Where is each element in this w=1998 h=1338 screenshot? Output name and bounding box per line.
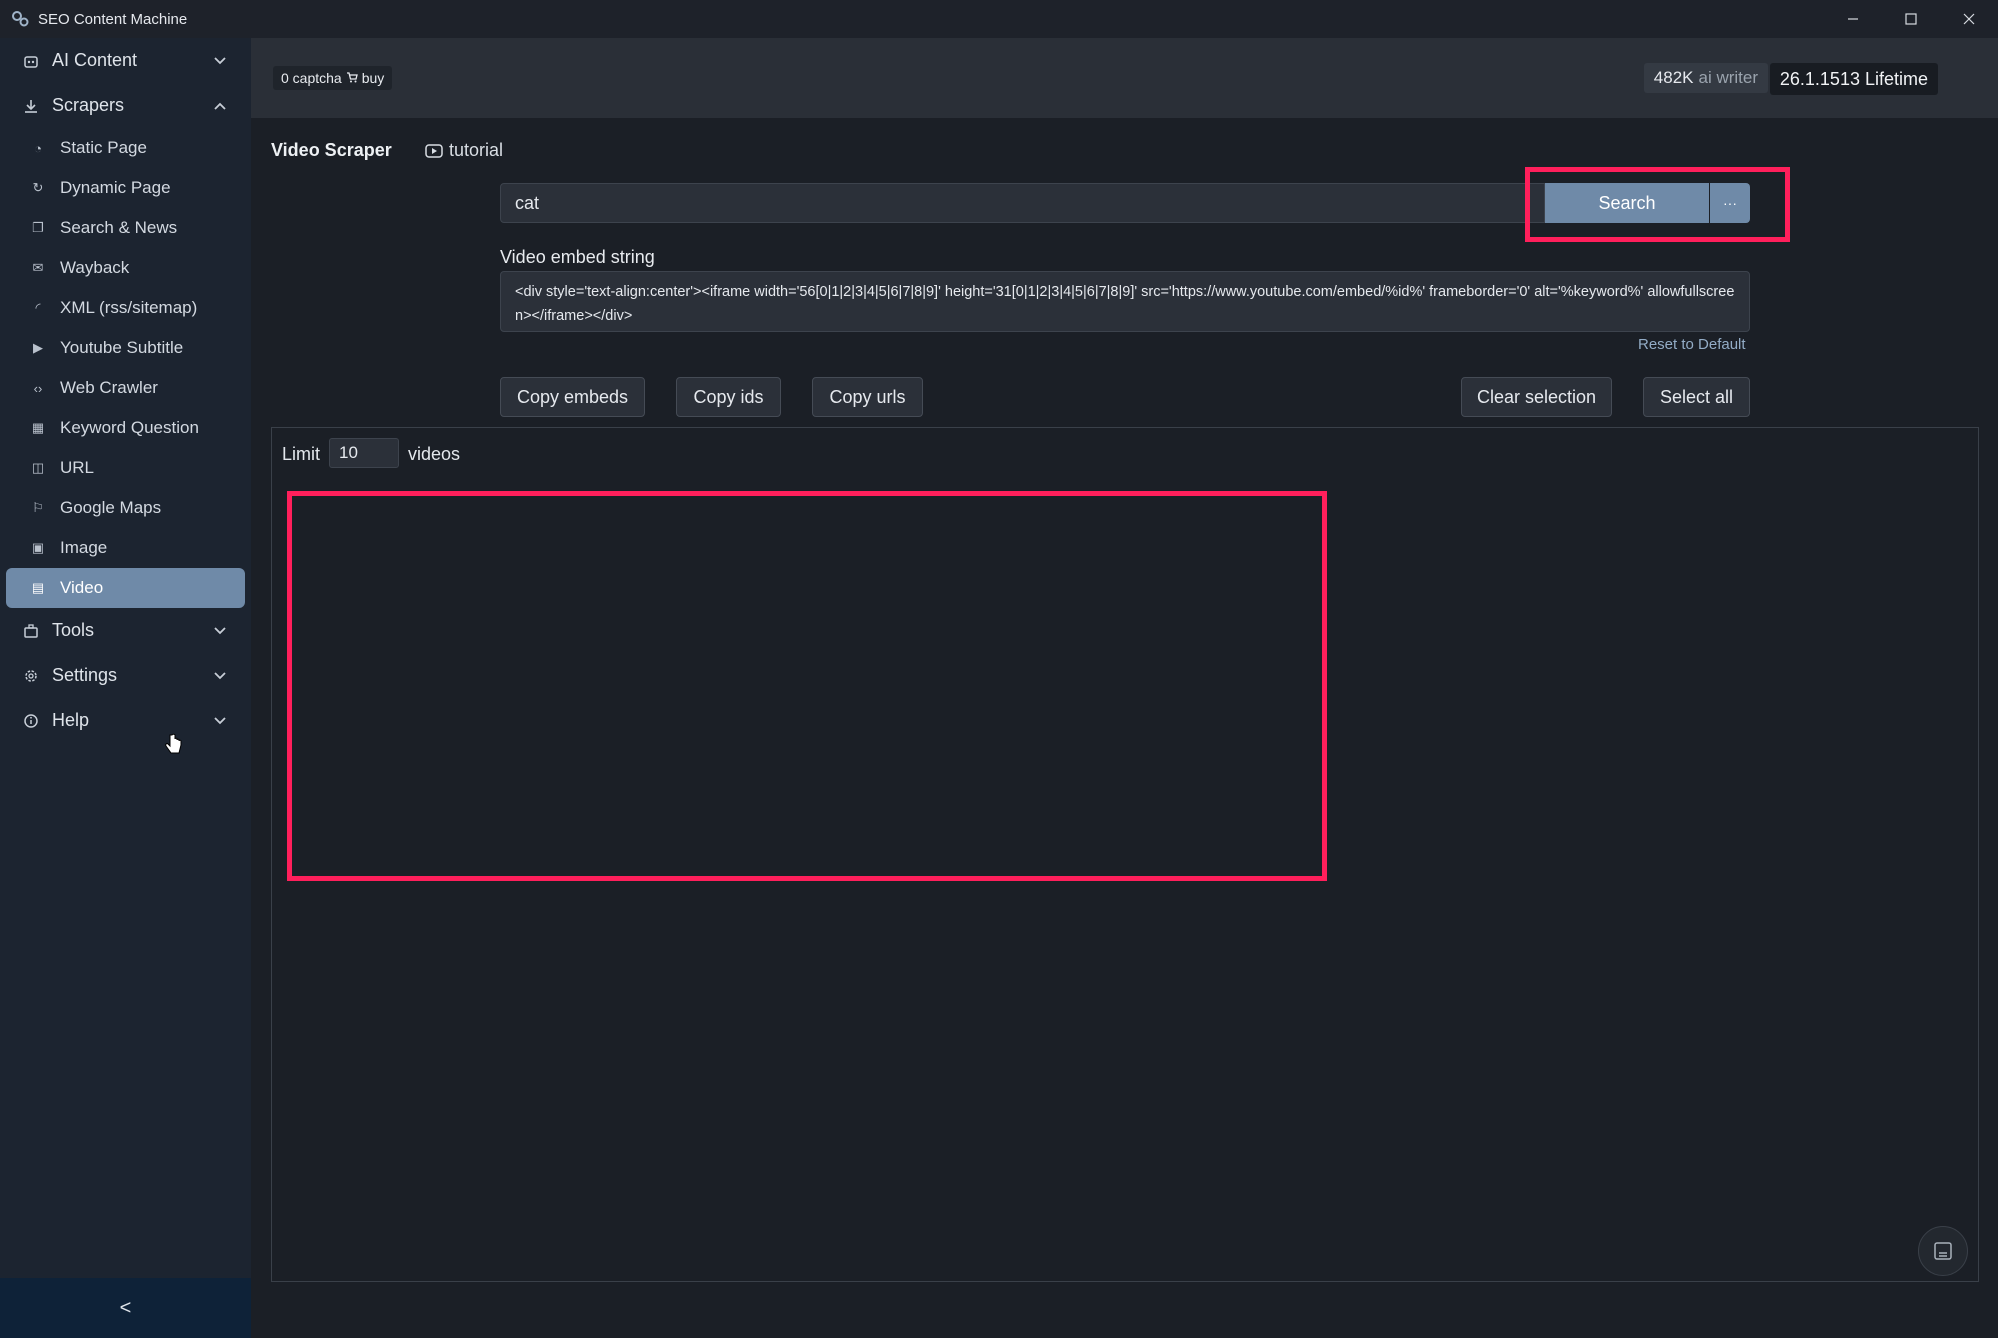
- sidebar-item-search-news[interactable]: ❐ Search & News: [6, 208, 245, 248]
- sidebar-item-label: Keyword Question: [60, 418, 199, 437]
- robot-icon: [22, 52, 40, 70]
- code-icon: ‹›: [33, 380, 43, 396]
- copy-embeds-button[interactable]: Copy embeds: [500, 377, 645, 417]
- embed-string-textarea[interactable]: <div style='text-align:center'><iframe w…: [500, 271, 1750, 332]
- gear-icon: [22, 667, 40, 685]
- highlight-box-results: [287, 491, 1327, 881]
- sidebar-section-label: Tools: [52, 620, 95, 640]
- sidebar-item-web-crawler[interactable]: ‹› Web Crawler: [6, 368, 245, 408]
- sidebar-section-scrapers[interactable]: Scrapers: [0, 83, 251, 128]
- sidebar-item-label: Search & News: [60, 218, 178, 237]
- sidebar-item-image[interactable]: ▣ Image: [6, 528, 245, 568]
- sidebar-section-tools[interactable]: Tools: [0, 608, 251, 653]
- copy-ids-button[interactable]: Copy ids: [676, 377, 781, 417]
- play-icon: ▶: [33, 340, 43, 355]
- sidebar-item-label: XML (rss/sitemap): [60, 298, 198, 317]
- ai-writer-count: 482K: [1653, 68, 1694, 87]
- download-icon: [22, 97, 40, 115]
- sidebar-item-url[interactable]: ◫ URL: [6, 448, 245, 488]
- sidebar-item-label: Dynamic Page: [60, 178, 171, 197]
- terminal-icon: [1934, 1242, 1952, 1260]
- version-badge: 26.1.1513 Lifetime: [1769, 63, 1938, 95]
- window-title: SEO Content Machine: [38, 10, 188, 28]
- sidebar-section-label: Scrapers: [52, 95, 125, 115]
- search-input[interactable]: [500, 183, 1545, 223]
- videos-label: videos: [408, 444, 461, 464]
- tutorial-label: tutorial: [449, 140, 504, 160]
- minimize-icon: [1848, 18, 1858, 20]
- sidebar-item-label: Youtube Subtitle: [60, 338, 184, 357]
- minimize-button[interactable]: [1824, 0, 1882, 38]
- sidebar-item-youtube-subtitle[interactable]: ▶ Youtube Subtitle: [6, 328, 245, 368]
- sidebar-item-keyword-question[interactable]: ▦ Keyword Question: [6, 408, 245, 448]
- copy-icon: ❐: [32, 220, 44, 235]
- close-button[interactable]: [1940, 0, 1998, 38]
- sidebar-section-label: AI Content: [52, 50, 138, 70]
- buy-link[interactable]: buy: [362, 70, 385, 86]
- sidebar-item-video[interactable]: ▤ Video: [6, 568, 245, 608]
- chevron-down-icon: [214, 671, 226, 679]
- cart-icon: [346, 70, 358, 86]
- select-all-button[interactable]: Select all: [1643, 377, 1750, 417]
- sidebar-section-help[interactable]: Help: [0, 698, 251, 743]
- image-icon: ▣: [31, 540, 45, 555]
- sidebar-item-static-page[interactable]: ◔ Static Page: [6, 128, 245, 168]
- map-icon: ⚐: [32, 500, 44, 515]
- sidebar-item-label: Web Crawler: [60, 378, 158, 397]
- clear-selection-button[interactable]: Clear selection: [1461, 377, 1612, 417]
- close-icon: [1963, 13, 1975, 25]
- refresh-icon: ↻: [32, 180, 44, 195]
- sidebar: AI Content Scrapers ◔ Static Page ↻ Dyna…: [0, 38, 251, 1338]
- captcha-badge[interactable]: 0 captcha buy: [273, 66, 393, 90]
- maximize-button[interactable]: [1882, 0, 1940, 38]
- sidebar-section-label: Help: [52, 710, 90, 730]
- copy-urls-button[interactable]: Copy urls: [812, 377, 923, 417]
- rss-icon: ◜: [35, 300, 41, 315]
- sidebar-section-label: Settings: [52, 665, 118, 685]
- chevron-up-icon: [214, 102, 226, 110]
- chevron-down-icon: [214, 56, 226, 64]
- limit-label: Limit: [282, 444, 321, 464]
- app-gears-icon: [12, 11, 29, 27]
- ai-writer-label: ai writer: [1698, 68, 1758, 87]
- film-icon: ▤: [31, 580, 45, 595]
- sidebar-section-settings[interactable]: Settings: [0, 653, 251, 698]
- ai-writer-badge: 482K ai writer: [1643, 63, 1768, 93]
- chevron-left-icon: <: [119, 1296, 132, 1319]
- video-play-icon: [425, 143, 443, 158]
- mail-icon: ✉: [32, 260, 44, 275]
- sidebar-item-xml[interactable]: ◜ XML (rss/sitemap): [6, 288, 245, 328]
- sidebar-section-ai-content[interactable]: AI Content: [0, 38, 251, 83]
- gauge-icon: ◔: [34, 140, 42, 156]
- hand-cursor-icon: [165, 733, 182, 754]
- tutorial-link[interactable]: tutorial: [425, 140, 503, 161]
- chevron-down-icon: [214, 626, 226, 634]
- columns-icon: ◫: [31, 460, 45, 475]
- maximize-icon: [1905, 13, 1917, 25]
- info-icon: [22, 712, 40, 730]
- sidebar-item-wayback[interactable]: ✉ Wayback: [6, 248, 245, 288]
- grid-icon: ▦: [31, 420, 45, 435]
- sidebar-item-label: Google Maps: [60, 498, 162, 517]
- toolbox-icon: [22, 622, 40, 640]
- embed-string-label: Video embed string: [500, 247, 655, 267]
- sidebar-item-label: URL: [60, 458, 95, 477]
- sidebar-collapse-button[interactable]: <: [0, 1278, 251, 1338]
- limit-input[interactable]: [329, 438, 399, 468]
- chevron-down-icon: [214, 716, 226, 724]
- log-toggle-button[interactable]: [1918, 1226, 1968, 1276]
- page-title: Video Scraper: [271, 140, 392, 160]
- sidebar-item-label: Static Page: [60, 138, 147, 157]
- sidebar-item-label: Wayback: [60, 258, 130, 277]
- title-bar: SEO Content Machine: [0, 0, 1998, 38]
- reset-to-default-link[interactable]: Reset to Default: [1638, 336, 1746, 353]
- sidebar-item-dynamic-page[interactable]: ↻ Dynamic Page: [6, 168, 245, 208]
- sidebar-item-label: Image: [60, 538, 108, 557]
- sidebar-item-label: Video: [60, 578, 104, 597]
- captcha-count: 0 captcha: [281, 70, 342, 86]
- highlight-box-search: [1525, 167, 1790, 242]
- sidebar-item-google-maps[interactable]: ⚐ Google Maps: [6, 488, 245, 528]
- top-status-bar: 0 captcha buy 482K ai writer 26.1.1513 L…: [251, 38, 1998, 118]
